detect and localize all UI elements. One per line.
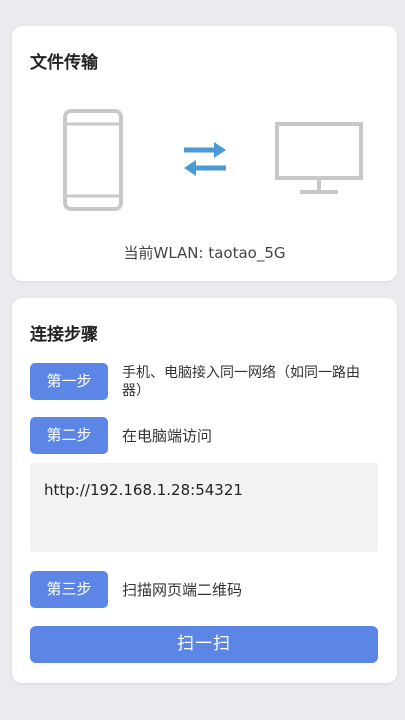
wlan-status: 当前WLAN: taotao_5G: [123, 244, 286, 262]
monitor-icon: [274, 121, 364, 201]
step-one-badge: 第一步: [30, 363, 108, 400]
access-url-box[interactable]: http://192.168.1.28:54321: [30, 463, 378, 552]
connection-steps-card: 连接步骤 第一步 手机、电脑接入同一网络（如同一路由器） 第二步 在电脑端访问 …: [12, 298, 397, 683]
step-two-badge: 第二步: [30, 417, 108, 454]
access-url[interactable]: http://192.168.1.28:54321: [44, 481, 243, 499]
step-one-text: 手机、电脑接入同一网络（如同一路由器）: [122, 365, 360, 399]
step-two-text: 在电脑端访问: [122, 427, 213, 445]
step-three-badge: 第三步: [30, 571, 108, 608]
steps-card-title: 连接步骤: [30, 325, 98, 345]
file-transfer-card: 文件传输 当前WLAN: taotao_5G: [12, 26, 397, 281]
phone-icon: [62, 108, 124, 216]
step-three-text: 扫描网页端二维码: [122, 581, 243, 599]
transfer-arrows-icon: [182, 141, 228, 181]
transfer-card-title: 文件传输: [30, 53, 98, 73]
scan-button[interactable]: 扫一扫: [30, 626, 378, 663]
